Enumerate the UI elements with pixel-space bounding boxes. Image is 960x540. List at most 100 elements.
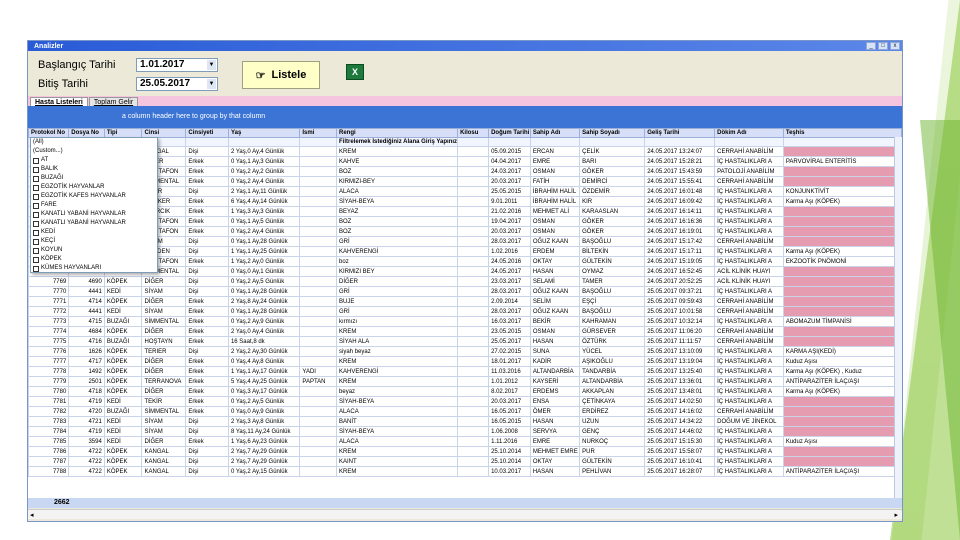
table-row[interactable]: KANGALDişi2 Yaş,0 Ay,4 GünlükKREM05.09.2… xyxy=(28,146,902,157)
dropdown-item[interactable]: (All) xyxy=(31,138,157,147)
table-row[interactable]: 7769 4690 KÖPEK DİĞER Dişi 0 Yaş,2 Ay,5 Günlü… xyxy=(28,276,902,287)
column-header[interactable]: Yaş xyxy=(227,128,301,138)
table-row[interactable]: 7770 4441 KEDİ SİYAM Dişi 0 Yaş,1 Ay,28 Günlü… xyxy=(28,286,902,297)
tab-total-income[interactable]: Toplam Gelir xyxy=(88,97,139,106)
chevron-down-icon[interactable]: ▼ xyxy=(207,78,216,89)
checkbox[interactable] xyxy=(33,193,39,200)
table-row[interactable]: TEKİRDişi2 Yaş,1 Ay,11 GünlükALACA25.05.… xyxy=(28,186,902,197)
table-row[interactable]: 77684713BUZAĞISİMMENTALDişi0 Yaş,0 Ay,1 … xyxy=(28,266,902,277)
column-header[interactable]: Sahip Soyadı xyxy=(579,128,646,138)
checkbox[interactable] xyxy=(33,184,39,191)
table-row[interactable]: 7771 4714 KÖPEK DİĞER Erkek 2 Yaş,8 Ay,24 Gün… xyxy=(28,296,902,307)
filter-cell[interactable] xyxy=(644,137,716,147)
filter-cell[interactable] xyxy=(299,137,338,147)
table-row[interactable]: HOMTAFON Erkek 0 Yaş,1 Ay,5 Günlük BOZ 19.04… xyxy=(28,216,902,227)
filter-cell[interactable] xyxy=(457,137,490,147)
vertical-scrollbar[interactable] xyxy=(894,137,902,498)
dropdown-item[interactable]: FARE xyxy=(31,201,157,210)
table-row[interactable]: 7786 4722 KÖPEK KANGAL Dişi 2 Yaş,7 Ay,29 Gün… xyxy=(28,446,902,457)
dropdown-item[interactable]: KANATLI YABANİ HAYVANLAR xyxy=(31,219,157,228)
table-row[interactable]: HOMTAFON Erkek 0 Yaş,2 Ay,2 Günlük BOZ 24.03… xyxy=(28,166,902,177)
dropdown-item[interactable]: KÖPEK xyxy=(31,255,157,264)
table-row[interactable]: 7773 4715 BUZAĞI SİMMENTAL Erkek 0 Yaş,2 Ay,9… xyxy=(28,316,902,327)
filter-cell[interactable] xyxy=(185,137,229,147)
checkbox[interactable] xyxy=(33,256,39,263)
table-row[interactable]: 7782 4720 BUZAĞI SİMMENTAL Erkek 0 Yaş,0 Ay,9… xyxy=(28,406,902,417)
table-row[interactable]: 7777 4717 KÖPEK DİĞER Erkek 0 Yaş,4 Ay,8 Günl… xyxy=(28,356,902,367)
filter-cell[interactable] xyxy=(714,137,784,147)
dropdown-item[interactable]: BUZAĞI xyxy=(31,174,157,183)
table-row[interactable]: 7781 4719 KEDİ TEKİR Erkek 0 Yaş,2 Ay,5 Günlü… xyxy=(28,396,902,407)
column-header[interactable]: Rengi xyxy=(336,128,459,138)
checkbox[interactable] xyxy=(33,247,39,254)
checkbox[interactable] xyxy=(33,220,39,227)
table-row[interactable]: HOMTAFON Erkek 0 Yaş,2 Ay,4 Günlük BOZ 20.03… xyxy=(28,226,902,237)
table-row[interactable]: 7778 1492 KÖPEK DİĞER Erkek 1 Yaş,1 Ay,17 Gün… xyxy=(28,366,902,377)
table-row[interactable]: 7779 2501 KÖPEK TERRANOVA Erkek 5 Yaş,4 Ay,25… xyxy=(28,376,902,387)
filter-cell[interactable] xyxy=(579,137,646,147)
group-by-panel[interactable]: a column header here to group by that co… xyxy=(28,106,902,128)
table-row[interactable]: 7774 4684 KÖPEK DİĞER Erkek 2 Yaş,0 Ay,4 Günl… xyxy=(28,326,902,337)
table-row[interactable]: 7788 4722 KÖPEK KANGAL Dişi 0 Yaş,2 Ay,15 Gün… xyxy=(28,466,902,477)
dropdown-item[interactable]: AT xyxy=(31,156,157,165)
table-row[interactable]: COCKERErkek6 Yaş,4 Ay,14 GünlükSİYAH-BEY… xyxy=(28,196,902,207)
start-date-picker[interactable]: 1.01.2017 ▼ xyxy=(136,57,218,72)
checkbox[interactable] xyxy=(33,202,39,209)
tab-patient-lists[interactable]: Hasta Listeleri xyxy=(30,97,88,106)
column-header[interactable]: İsmi xyxy=(299,128,338,138)
table-row[interactable]: 7784 4719 KEDİ SİYAM Dişi 8 Yaş,11 Ay,24 Günl… xyxy=(28,426,902,437)
list-button[interactable]: ☞ Listele xyxy=(242,61,320,89)
scroll-right-icon[interactable]: ▸ xyxy=(894,511,898,519)
close-button[interactable]: x xyxy=(890,42,900,50)
table-row[interactable]: DİĞERErkek0 Yaş,1 Ay,3 GünlükKAHVE04.04.… xyxy=(28,156,902,167)
chevron-down-icon[interactable]: ▼ xyxy=(207,59,216,70)
checkbox[interactable] xyxy=(33,157,39,164)
table-row[interactable]: SİYAMDişi0 Yaş,1 Ay,28 GünlükGRİ28.03.20… xyxy=(28,236,902,247)
filter-cell[interactable] xyxy=(782,137,902,147)
table-row[interactable]: 7787 4722 KÖPEK KANGAL Dişi 2 Yaş,7 Ay,29 Gün… xyxy=(28,456,902,467)
excel-icon[interactable]: X xyxy=(346,64,364,80)
filter-cell[interactable] xyxy=(529,137,581,147)
table-row[interactable]: 7772 4441 KEDİ SİYAM Erkek 0 Yaş,1 Ay,28 Günl… xyxy=(28,306,902,317)
checkbox[interactable] xyxy=(33,265,39,272)
checkbox[interactable] xyxy=(33,175,39,182)
type-filter-dropdown[interactable]: (All) (Custom...) AT BALIK BUZAĞI EGZOTİK HAY… xyxy=(30,137,158,273)
table-row[interactable]: 7783 4721 KEDİ SİYAM Dişi 2 Yaş,3 Ay,8 Günlük… xyxy=(28,416,902,427)
column-header[interactable]: Cinsiyeti xyxy=(185,128,229,138)
end-date-picker[interactable]: 25.05.2017 ▼ xyxy=(136,76,218,91)
dropdown-item[interactable]: (Custom...) xyxy=(31,147,157,156)
dropdown-item[interactable]: EGZOTİK HAYVANLAR xyxy=(31,183,157,192)
column-header[interactable]: Kilosu xyxy=(457,128,490,138)
table-row[interactable]: HOMTAFON Erkek 1 Yaş,2 Ay,0 Günlük boz 24.05… xyxy=(28,256,902,267)
table-row[interactable]: 7775 4716 BUZAĞI HOŞTAYN Erkek 16 Saat,8 dk Sİ… xyxy=(28,336,902,347)
checkbox[interactable] xyxy=(33,166,39,173)
filter-cell[interactable] xyxy=(227,137,301,147)
column-header[interactable]: Geliş Tarihi xyxy=(644,128,716,138)
column-header[interactable]: Teşhis xyxy=(782,128,902,138)
column-header[interactable]: Dökim Adı xyxy=(714,128,784,138)
table-row[interactable]: GOLDENDişi1 Yaş,1 Ay,25 GünlükKAHVERENGİ… xyxy=(28,246,902,257)
filter-row[interactable]: Filtrelemek İstediğiniz Alana Giriş Yapı… xyxy=(28,137,902,147)
table-row[interactable]: KIVIRCIKErkek1 Yaş,3 Ay,3 GünlükBEYAZ21.… xyxy=(28,206,902,217)
minimize-button[interactable]: _ xyxy=(866,42,876,50)
column-header[interactable]: Sahip Adı xyxy=(529,128,581,138)
dropdown-item[interactable]: EGZOTİK KAFES HAYVANLAR xyxy=(31,192,157,201)
checkbox[interactable] xyxy=(33,211,39,218)
dropdown-item[interactable]: KÜMES HAYVANLARI xyxy=(31,264,157,273)
table-row[interactable]: 7780 4718 KÖPEK DİĞER Erkek 0 Yaş,3 Ay,17 Gün… xyxy=(28,386,902,397)
dropdown-item[interactable]: KEÇİ xyxy=(31,237,157,246)
filter-cell[interactable] xyxy=(488,137,531,147)
dropdown-item[interactable]: KOYUN xyxy=(31,246,157,255)
horizontal-scrollbar[interactable]: ◂ ▸ xyxy=(28,509,902,519)
table-row[interactable]: 7785 3594 KEDİ DİĞER Erkek 1 Yaş,6 Ay,23 Günl… xyxy=(28,436,902,447)
column-header[interactable]: Doğum Tarihi xyxy=(488,128,531,138)
maximize-button[interactable]: □ xyxy=(878,42,888,50)
checkbox[interactable] xyxy=(33,229,39,236)
filter-cell[interactable]: Filtrelemek İstediğiniz Alana Giriş Yapı… xyxy=(336,137,459,147)
dropdown-item[interactable]: BALIK xyxy=(31,165,157,174)
table-row[interactable]: SİMMENTAL Erkek 0 Yaş,2 Ay,4 Günlük KIRMIZI… xyxy=(28,176,902,187)
scroll-left-icon[interactable]: ◂ xyxy=(30,511,34,519)
dropdown-item[interactable]: KEDİ xyxy=(31,228,157,237)
dropdown-item[interactable]: KANATLI YABANİ HAYVANLAR xyxy=(31,210,157,219)
checkbox[interactable] xyxy=(33,238,39,245)
